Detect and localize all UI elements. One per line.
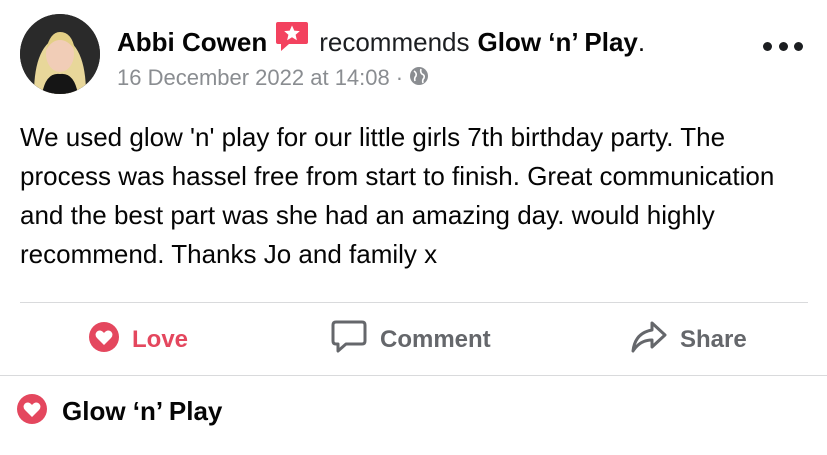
reactions-footer[interactable]: Glow ‘n’ Play (16, 393, 222, 430)
actions-divider-bottom (0, 375, 827, 376)
more-dot (763, 41, 772, 51)
post-meta: 16 December 2022 at 14:08 · (117, 64, 737, 92)
author-avatar[interactable] (20, 14, 100, 94)
comment-icon (330, 319, 368, 362)
share-label: Share (680, 326, 747, 353)
author-name[interactable]: Abbi Cowen (117, 25, 267, 59)
recommends-text: recommends (319, 27, 470, 57)
comment-button[interactable]: Comment (330, 318, 491, 362)
reactor-name: Glow ‘n’ Play (62, 396, 223, 426)
share-button[interactable]: Share (630, 318, 747, 362)
globe-icon (409, 65, 429, 93)
post-header-line: Abbi Cowen recommends Glow ‘n’ Play. (117, 22, 737, 62)
recommendation-post: Abbi Cowen recommends Glow ‘n’ Play. 16 … (0, 0, 827, 455)
love-label: Love (132, 326, 189, 353)
love-button[interactable]: Love (88, 318, 188, 362)
recommended-page-link[interactable]: Glow ‘n’ Play (478, 25, 638, 59)
post-header: Abbi Cowen recommends Glow ‘n’ Play. 16 … (117, 22, 737, 92)
post-actions-bar: Love Comment Share (0, 318, 827, 362)
more-options-icon[interactable] (763, 36, 803, 56)
post-timestamp[interactable]: 16 December 2022 at 14:08 (117, 64, 390, 92)
comment-label: Comment (380, 326, 491, 353)
meta-separator: · (395, 65, 404, 90)
actions-divider-top (20, 302, 808, 303)
post-body: We used glow 'n' play for our little gir… (20, 122, 775, 269)
love-reaction-icon (88, 321, 120, 360)
header-period: . (637, 27, 646, 57)
recommend-star-icon (275, 20, 309, 60)
love-reaction-icon (16, 393, 48, 430)
avatar-photo (20, 14, 100, 94)
share-arrow-icon (630, 319, 668, 362)
more-dot (794, 41, 803, 51)
more-dot (778, 41, 788, 51)
